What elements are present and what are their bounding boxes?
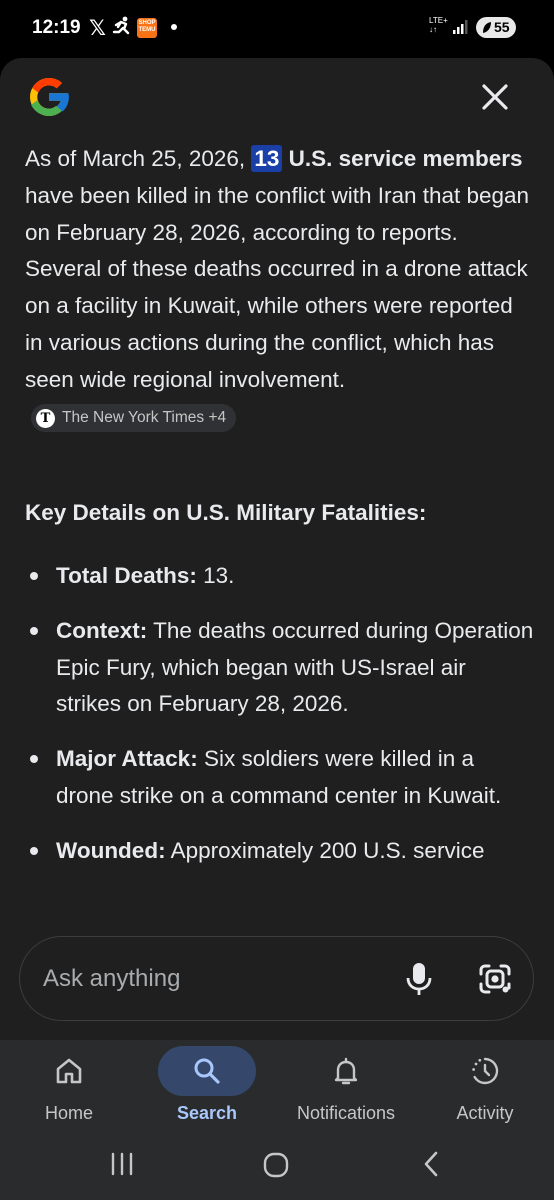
home-icon: [56, 1058, 82, 1084]
item-label: Total Deaths:: [56, 563, 197, 588]
nav-activity-label: Activity: [456, 1103, 514, 1123]
nyt-logo-icon: T: [36, 408, 55, 428]
answer-prefix: As of March 25, 2026,: [25, 146, 252, 171]
bullet-icon: [30, 626, 38, 635]
notification-dot: [171, 24, 177, 30]
source-chip[interactable]: T The New York Times +4: [31, 404, 237, 433]
list-item: Wounded: Approximately 200 U.S. service: [25, 833, 535, 870]
answer-body: have been killed in the conflict with Ir…: [25, 182, 530, 392]
key-details-list: Total Deaths: 13. Context: The deaths oc…: [25, 558, 535, 888]
list-item: Major Attack: Six soldiers were killed i…: [25, 741, 535, 815]
ask-bar[interactable]: [19, 936, 534, 1021]
close-icon[interactable]: [478, 80, 512, 114]
back-icon[interactable]: [421, 1150, 441, 1178]
activity-clock-icon: [472, 1057, 499, 1085]
status-bar: 12:19 𝕏 SHOP TEMU LTE+ ↓↑ 55: [0, 0, 554, 58]
list-item: Total Deaths: 13.: [25, 558, 535, 595]
nav-search[interactable]: Search: [138, 1040, 276, 1144]
nav-home-label: Home: [44, 1103, 93, 1123]
google-g-icon: [30, 78, 70, 116]
system-navigation-bar: [0, 1144, 554, 1200]
x-app-icon: 𝕏: [89, 17, 106, 40]
temu-app-icon: SHOP TEMU: [137, 18, 157, 38]
google-lens-icon[interactable]: [478, 963, 512, 995]
battery-level: 55: [494, 19, 510, 35]
key-details-heading: Key Details on U.S. Military Fatalities:: [25, 500, 427, 525]
item-text: Approximately 200 U.S. service: [165, 837, 485, 863]
microphone-icon[interactable]: [406, 961, 432, 997]
list-item: Context: The deaths occurred during Oper…: [25, 613, 535, 723]
signal-icon: [453, 20, 468, 34]
ask-input[interactable]: [43, 959, 373, 999]
nav-home[interactable]: Home: [0, 1040, 138, 1144]
search-icon: [194, 1058, 220, 1084]
bell-icon: [334, 1057, 358, 1085]
nav-notifications[interactable]: Notifications: [277, 1040, 415, 1144]
nav-search-label: Search: [176, 1103, 238, 1123]
leaf-icon: [483, 22, 491, 33]
battery-indicator: 55: [476, 17, 516, 38]
runner-icon: [112, 16, 130, 35]
ai-answer-sheet: As of March 25, 2026, 13 U.S. service me…: [0, 58, 554, 1040]
highlighted-number[interactable]: 13: [251, 145, 283, 172]
item-text: 13.: [196, 563, 235, 588]
bottom-navigation: Home Search Notifications Activity: [0, 1040, 554, 1144]
nav-activity[interactable]: Activity: [416, 1040, 554, 1144]
lte-indicator: LTE+ ↓↑: [429, 16, 448, 34]
item-label: Wounded:: [56, 837, 166, 863]
ai-answer-text: As of March 25, 2026, 13 U.S. service me…: [25, 141, 535, 435]
answer-bold-phrase: U.S. service members: [282, 146, 523, 171]
source-chip-label: The New York Times +4: [62, 409, 227, 427]
recent-apps-icon[interactable]: [109, 1151, 135, 1177]
nav-notifications-label: Notifications: [296, 1103, 396, 1123]
status-time: 12:19: [32, 17, 81, 38]
item-label: Major Attack:: [56, 746, 198, 772]
bullet-icon: [30, 572, 38, 580]
home-button-icon[interactable]: [262, 1152, 290, 1178]
item-label: Context:: [56, 617, 148, 643]
bullet-icon: [30, 846, 38, 855]
bullet-icon: [30, 755, 38, 764]
